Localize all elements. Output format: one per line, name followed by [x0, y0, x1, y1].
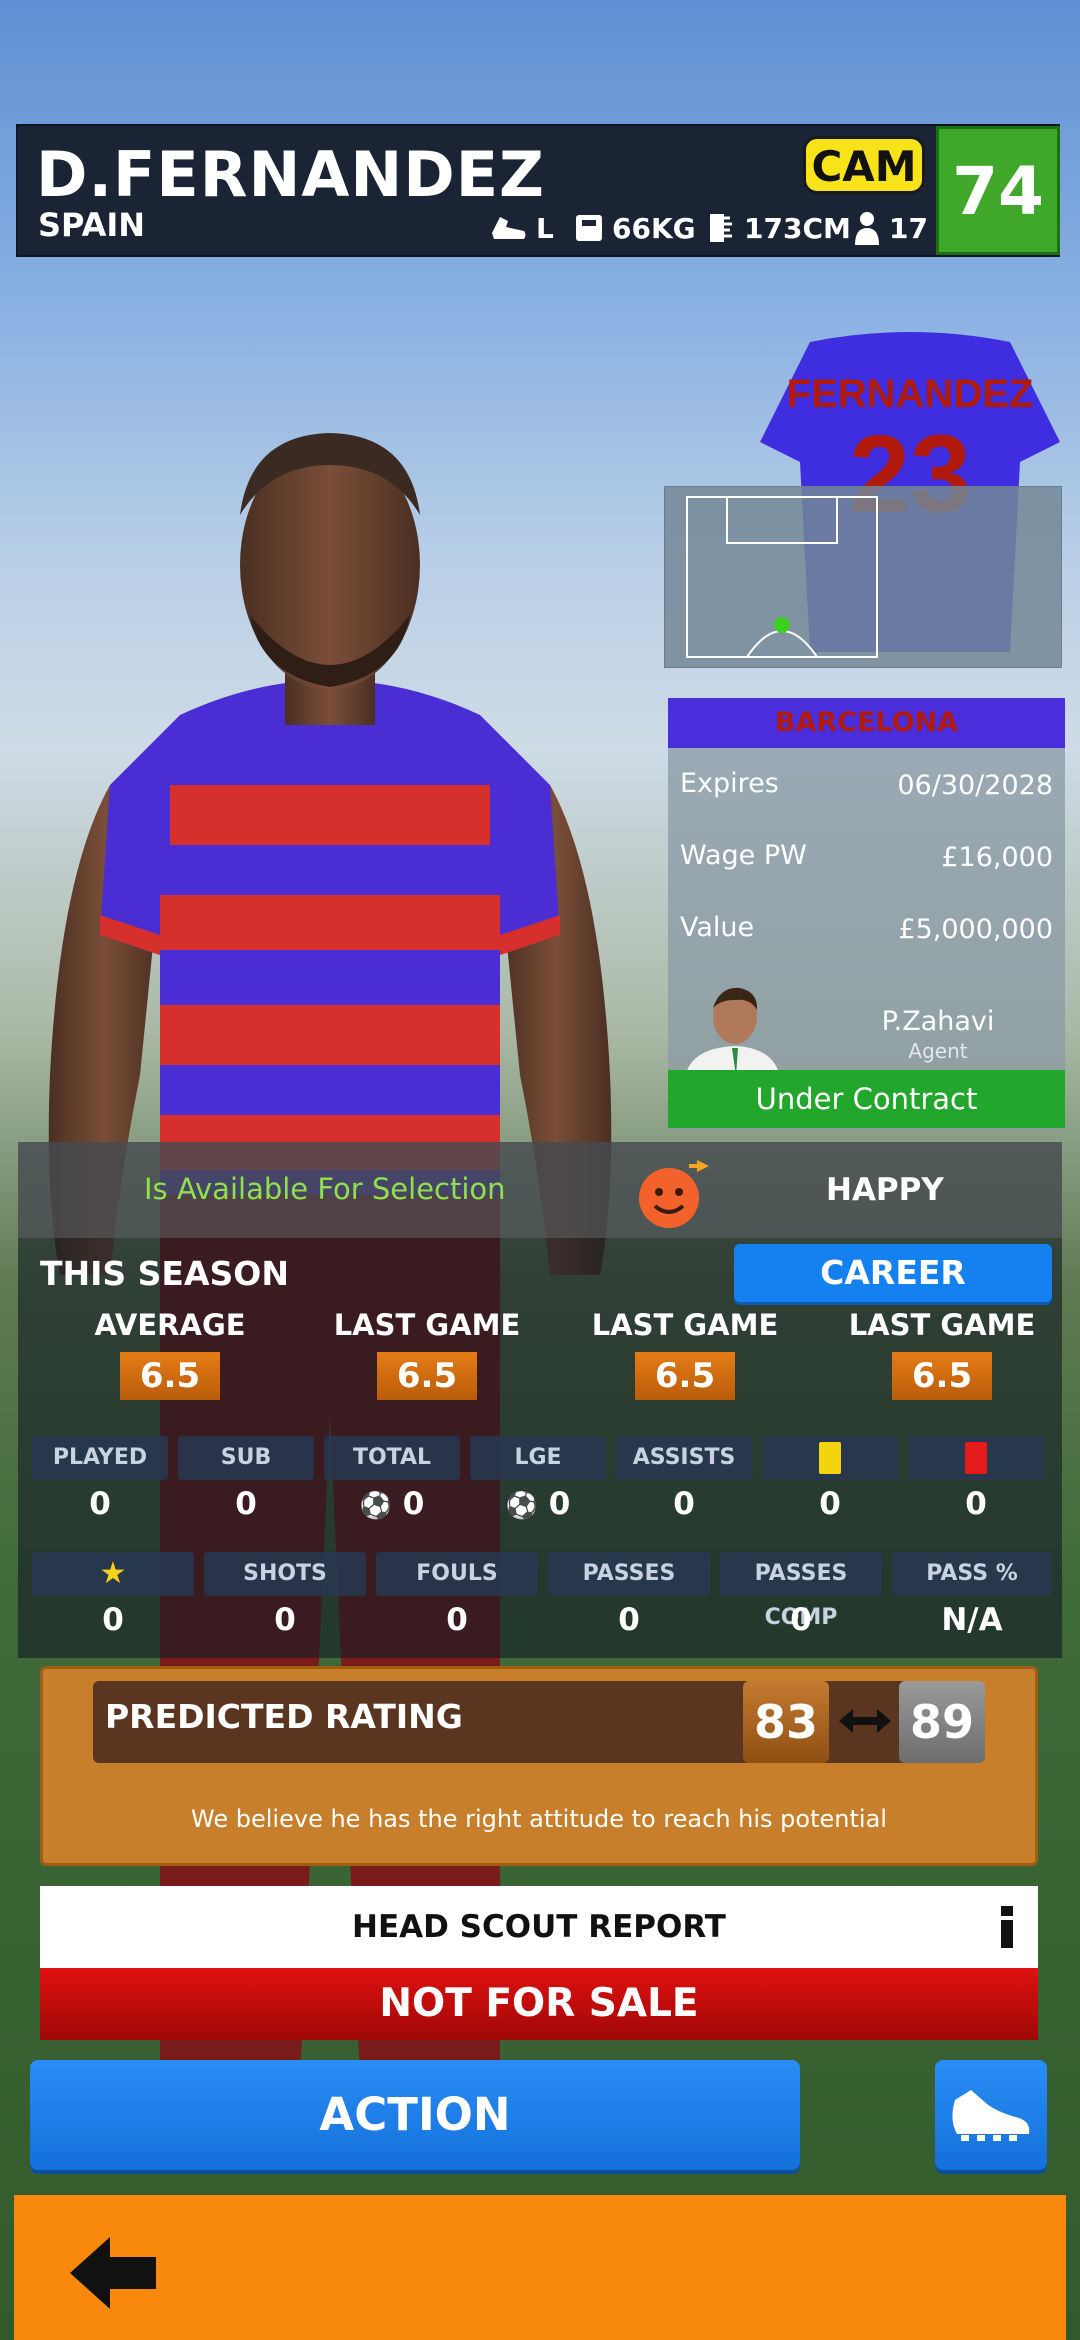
star-header: ★	[32, 1552, 194, 1596]
weight-info: 66KG	[574, 208, 696, 248]
man-of-match-value: 0	[102, 1602, 124, 1638]
season-stats-panel: THIS SEASON CAREER AVERAGE 6.5 LAST GAME…	[18, 1238, 1062, 1658]
last-game-2-label: LAST GAME	[591, 1308, 779, 1342]
pitch-position-map	[664, 486, 1062, 668]
boot-icon	[492, 217, 526, 239]
availability-bar: Is Available For Selection HAPPY	[18, 1142, 1062, 1238]
career-button[interactable]: CAREER	[734, 1244, 1052, 1302]
boot-icon	[952, 2090, 1030, 2141]
age-info: 17	[853, 208, 928, 248]
total-goals-value: 0	[402, 1486, 425, 1522]
passes-comp-value: 0	[790, 1602, 812, 1638]
happy-face-icon	[639, 1160, 709, 1228]
shirt-name-text: FERNANDEZ	[787, 372, 1034, 416]
contract-status-button[interactable]: Under Contract	[668, 1070, 1065, 1128]
played-value: 0	[89, 1486, 111, 1522]
height-value: 173CM	[744, 211, 851, 245]
age-value: 17	[889, 211, 928, 245]
position-dot	[774, 617, 790, 633]
yellow-cards-value: 0	[819, 1486, 841, 1522]
passes-label: PASSES	[548, 1552, 710, 1596]
agent-name: P.Zahavi	[881, 1006, 995, 1037]
assists-label: ASSISTS	[616, 1436, 752, 1480]
position-badge: CAM	[803, 136, 925, 194]
bottom-nav-bar	[14, 2195, 1066, 2340]
red-card-icon	[965, 1442, 987, 1474]
player-nation: SPAIN	[38, 206, 146, 244]
foot-value: L	[536, 211, 554, 245]
predicted-rating-panel: PREDICTED RATING 83 89 We believe he has…	[40, 1666, 1038, 1866]
sub-label: SUB	[178, 1436, 314, 1480]
mood-text: HAPPY	[826, 1172, 944, 1208]
league-goals-label: LGE	[470, 1436, 606, 1480]
league-goals-cell: ⚽ 0	[470, 1482, 606, 1526]
yellow-card-icon	[819, 1442, 841, 1474]
last-game-3-value: 6.5	[892, 1352, 992, 1400]
wage-value: £16,000	[941, 842, 1053, 873]
star-icon: ★	[99, 1556, 127, 1591]
agent-avatar[interactable]	[680, 978, 780, 1078]
fouls-value: 0	[446, 1602, 468, 1638]
wage-label: Wage PW	[680, 840, 807, 871]
foot-info: L	[490, 208, 554, 248]
club-name: BARCELONA	[668, 698, 1065, 748]
agent-role: Agent	[908, 1039, 968, 1063]
last-game-1-value: 6.5	[377, 1352, 477, 1400]
red-card-header	[908, 1436, 1044, 1480]
league-goals-value: 0	[548, 1486, 571, 1522]
passes-comp-label: PASSES COMP	[720, 1552, 882, 1630]
ruler-icon	[710, 214, 732, 242]
expires-label: Expires	[680, 768, 779, 799]
double-arrow-icon	[839, 1709, 891, 1733]
head-scout-report-label: HEAD SCOUT REPORT	[352, 1909, 726, 1945]
predicted-rating-note: We believe he has the right attitude to …	[191, 1805, 887, 1833]
total-goals-label: TOTAL	[324, 1436, 460, 1480]
back-arrow-icon[interactable]	[64, 2233, 164, 2313]
value-label: Value	[680, 912, 755, 943]
football-icon: ⚽	[359, 1491, 392, 1521]
expires-value: 06/30/2028	[897, 770, 1053, 801]
contract-panel: BARCELONA Expires 06/30/2028 Wage PW £16…	[668, 698, 1065, 1130]
sale-status-banner: NOT FOR SALE	[40, 1968, 1038, 2040]
scale-icon	[576, 215, 602, 241]
predicted-rating-high: 89	[899, 1681, 985, 1763]
season-title: THIS SEASON	[40, 1254, 289, 1293]
player-name: D.FERNANDEZ	[36, 138, 545, 211]
availability-text: Is Available For Selection	[144, 1172, 506, 1206]
played-label: PLAYED	[32, 1436, 168, 1480]
head-scout-report-button[interactable]: HEAD SCOUT REPORT	[40, 1886, 1038, 1968]
action-button[interactable]: ACTION	[30, 2060, 800, 2170]
predicted-rating-low: 83	[743, 1681, 829, 1763]
height-info: 173CM	[706, 208, 851, 248]
shots-value: 0	[274, 1602, 296, 1638]
assists-value: 0	[673, 1486, 695, 1522]
last-game-2-value: 6.5	[635, 1352, 735, 1400]
player-header: D.FERNANDEZ SPAIN L 66KG 173CM 17 CAM 74	[16, 124, 1060, 257]
boots-button[interactable]	[935, 2060, 1047, 2170]
pass-percent-label: PASS %	[892, 1552, 1052, 1596]
average-rating-value: 6.5	[120, 1352, 220, 1400]
sub-value: 0	[235, 1486, 257, 1522]
total-goals-cell: ⚽ 0	[324, 1482, 460, 1526]
fouls-label: FOULS	[376, 1552, 538, 1596]
red-cards-value: 0	[965, 1486, 987, 1522]
passes-value: 0	[618, 1602, 640, 1638]
weight-value: 66KG	[612, 211, 696, 245]
info-icon	[1001, 1906, 1013, 1948]
value-value: £5,000,000	[898, 914, 1053, 945]
shots-label: SHOTS	[204, 1552, 366, 1596]
yellow-card-header	[762, 1436, 898, 1480]
person-icon	[855, 212, 879, 245]
football-icon: ⚽	[505, 1491, 538, 1521]
overall-rating: 74	[936, 126, 1060, 255]
last-game-3-label: LAST GAME	[848, 1308, 1036, 1342]
average-rating-label: AVERAGE	[94, 1308, 246, 1342]
last-game-1-label: LAST GAME	[333, 1308, 521, 1342]
predicted-rating-label: PREDICTED RATING	[105, 1697, 463, 1736]
pass-percent-value: N/A	[941, 1602, 1003, 1638]
